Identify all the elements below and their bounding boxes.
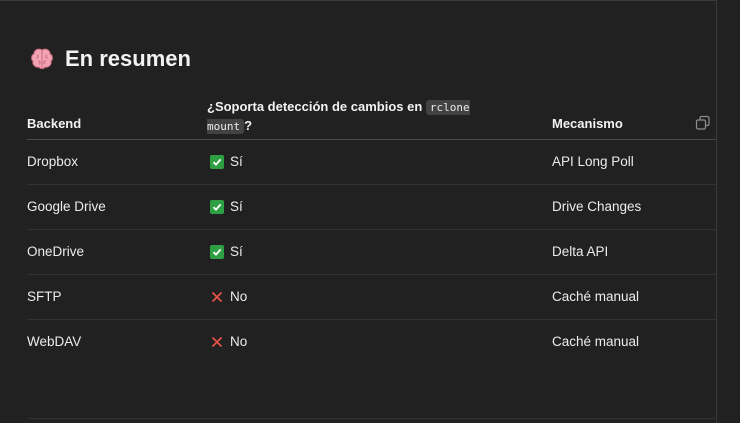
bottom-divider: [29, 418, 717, 419]
header-support: ¿Soporta detección de cambios en rclone …: [207, 98, 507, 136]
cell-mechanism: Caché manual: [552, 334, 640, 349]
cell-backend: Dropbox: [27, 154, 79, 169]
support-value: No: [230, 334, 248, 349]
section-heading: En resumen: [29, 44, 191, 74]
copy-icon[interactable]: [695, 115, 711, 131]
section-title: En resumen: [65, 46, 191, 71]
table-row: WebDAV No Caché manual: [27, 320, 716, 364]
support-value: Sí: [230, 199, 243, 214]
summary-table: Backend ¿Soporta detección de cambios en…: [27, 92, 716, 364]
table-header: Backend ¿Soporta detección de cambios en…: [27, 92, 716, 140]
cell-mechanism: Drive Changes: [552, 199, 642, 214]
cross-icon: [210, 290, 224, 304]
cell-backend: Google Drive: [27, 199, 106, 214]
support-value: Sí: [230, 244, 243, 259]
support-value: Sí: [230, 154, 243, 169]
cell-mechanism: Delta API: [552, 244, 609, 259]
support-value: No: [230, 289, 248, 304]
header-backend: Backend: [27, 116, 82, 131]
cell-backend: SFTP: [27, 289, 62, 304]
cell-mechanism: API Long Poll: [552, 154, 634, 169]
cell-backend: WebDAV: [27, 334, 82, 349]
table-row: Dropbox Sí API Long Poll: [27, 140, 716, 185]
cell-support: Sí: [210, 244, 243, 259]
check-icon: [210, 154, 224, 169]
cell-support: Sí: [210, 199, 243, 214]
brain-icon: [29, 46, 55, 72]
cell-support: No: [210, 334, 247, 349]
cell-mechanism: Caché manual: [552, 289, 640, 304]
check-icon: [210, 199, 224, 214]
cell-support: No: [210, 289, 247, 304]
check-icon: [210, 244, 224, 259]
header-mechanism: Mecanismo: [552, 116, 623, 131]
table-row: Google Drive Sí Drive Changes: [27, 185, 716, 230]
cross-icon: [210, 335, 224, 349]
cell-support: Sí: [210, 154, 243, 169]
header-support-text: ¿Soporta detección de cambios en: [207, 99, 426, 114]
table-row: SFTP No Caché manual: [27, 275, 716, 320]
table-row: OneDrive Sí Delta API: [27, 230, 716, 275]
cell-backend: OneDrive: [27, 244, 85, 259]
header-support-suffix: ?: [244, 118, 253, 133]
